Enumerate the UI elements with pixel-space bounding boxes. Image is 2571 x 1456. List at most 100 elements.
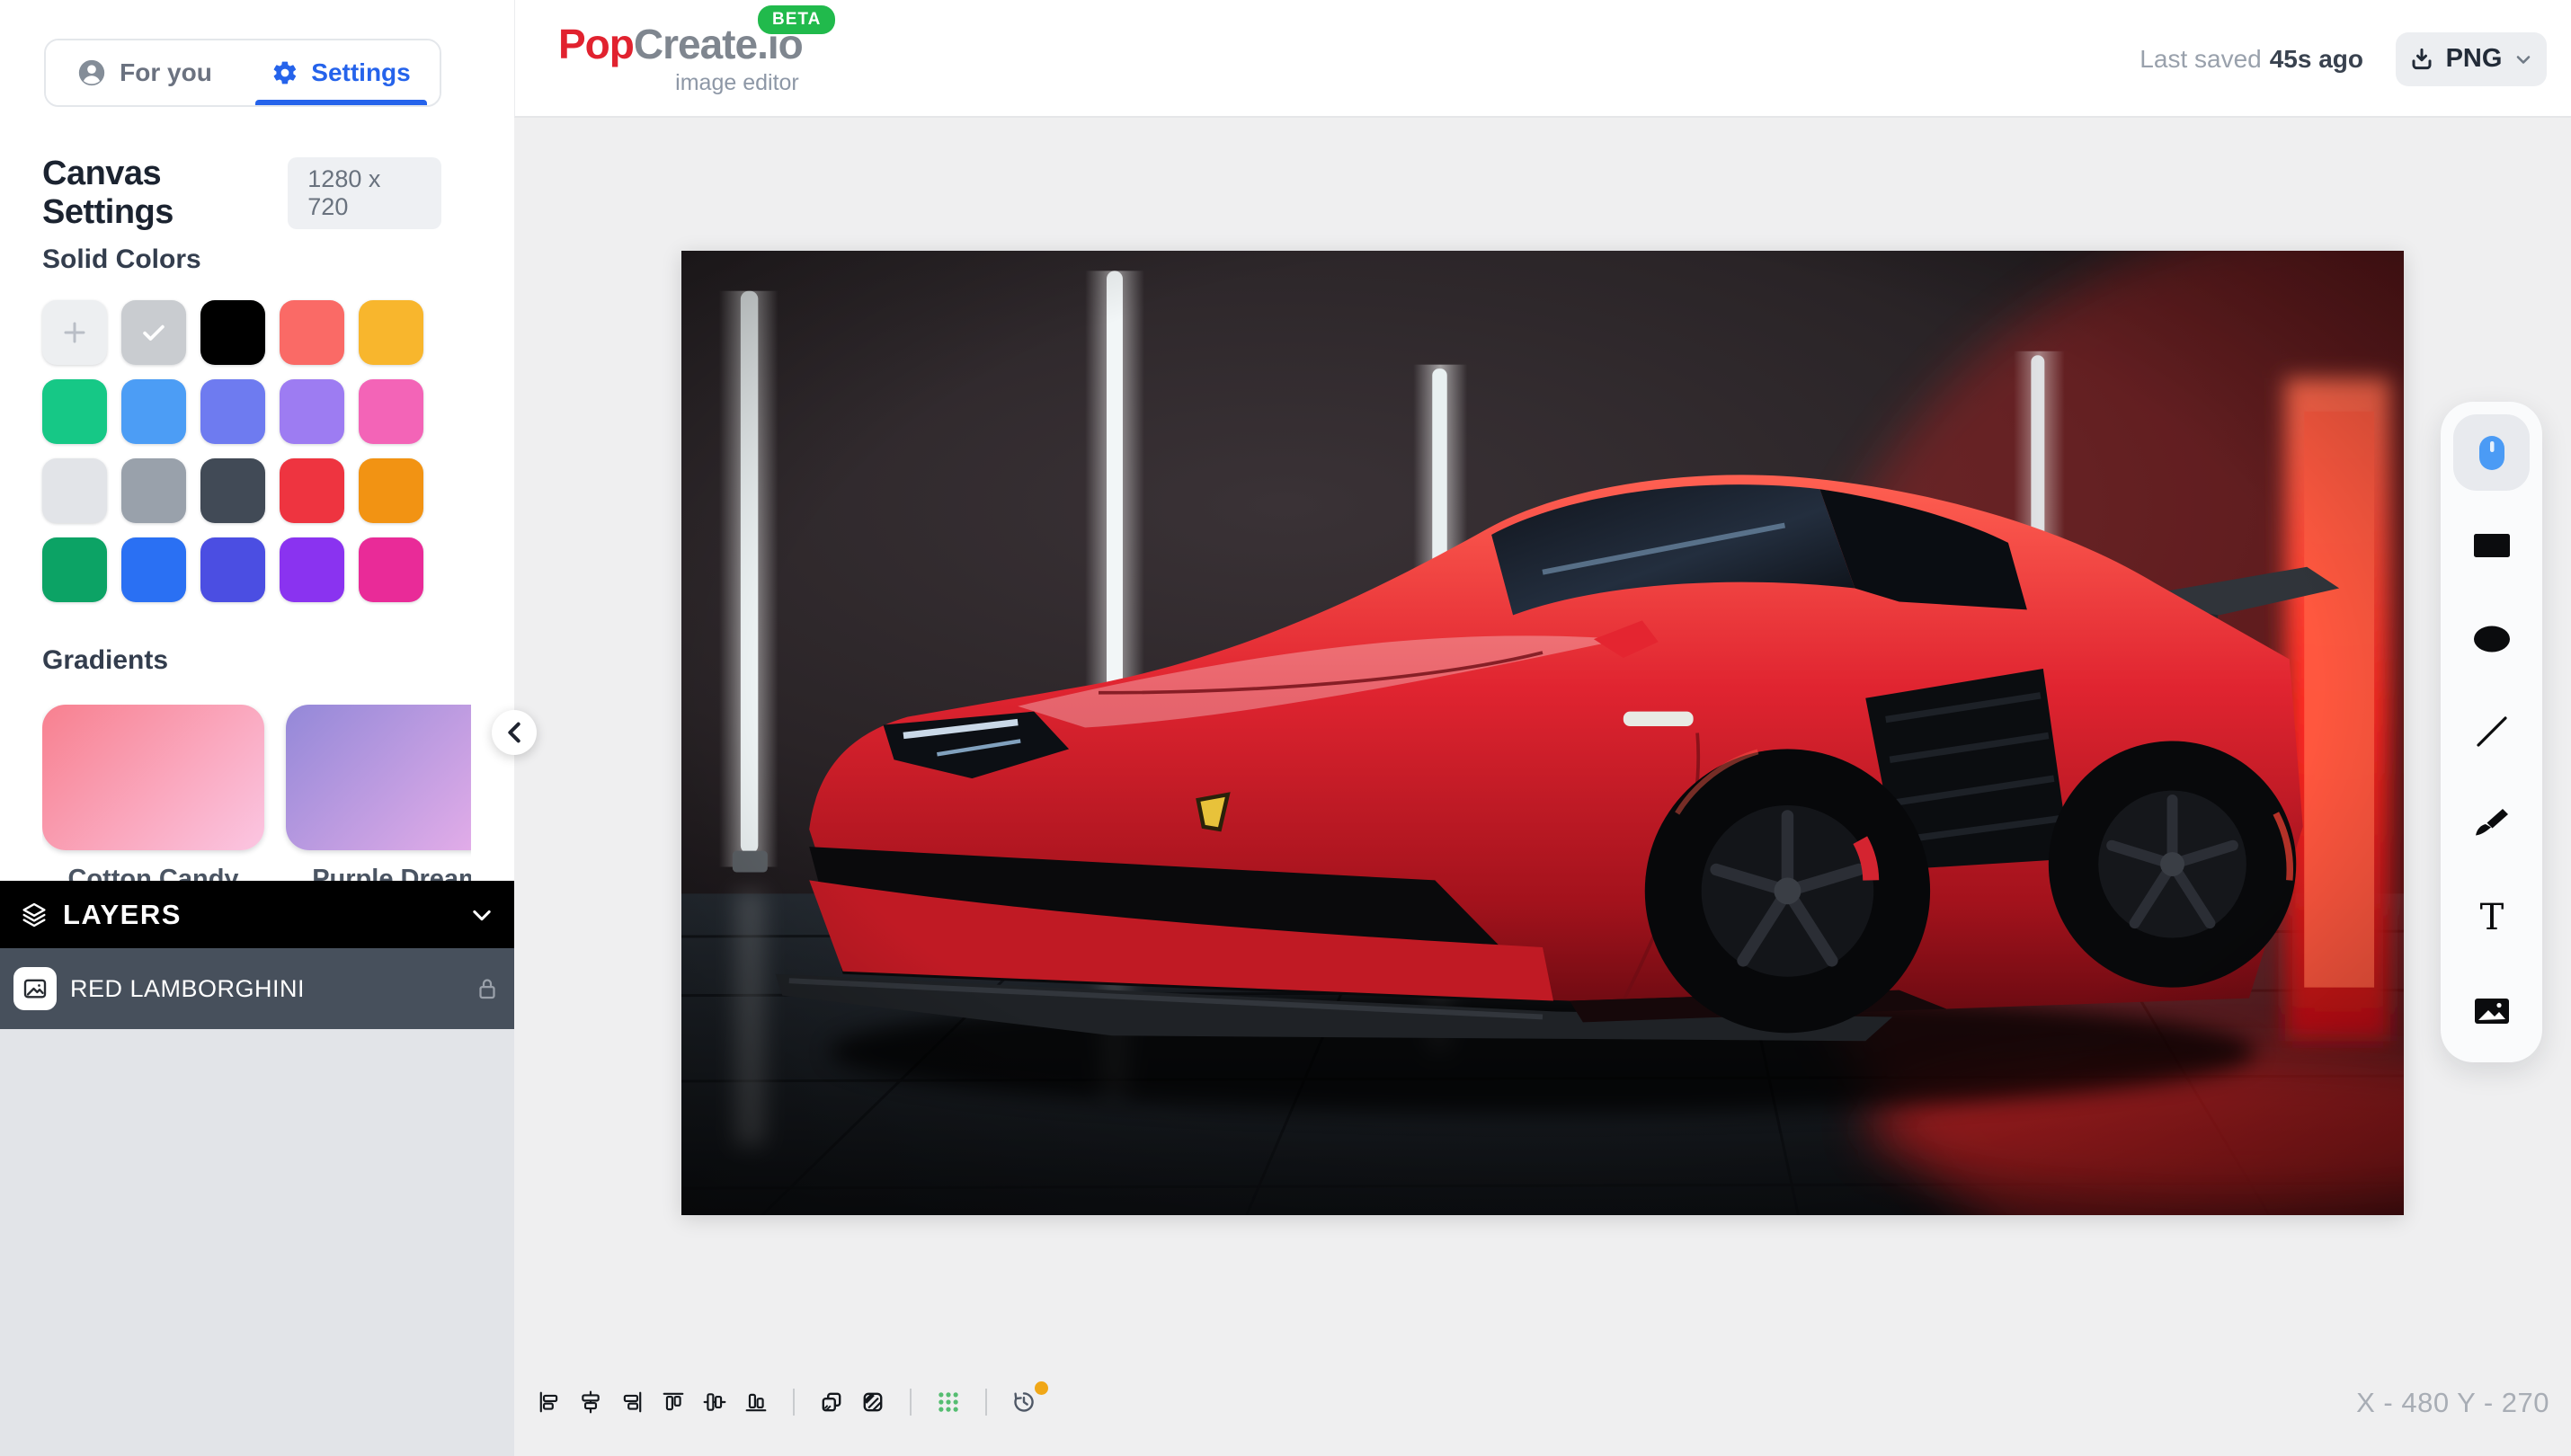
- line-tool-icon: [2474, 714, 2510, 750]
- app-logo: PopCreate.io image editor BETA: [558, 20, 803, 96]
- align-middle-vertical-button[interactable]: [703, 1390, 726, 1414]
- layer-row-red-lamborghini[interactable]: RED LAMBORGHINI: [0, 948, 514, 1029]
- duplicate-button[interactable]: [820, 1390, 843, 1414]
- svg-text:T: T: [2479, 899, 2504, 938]
- history-icon: [1012, 1389, 1036, 1416]
- align-top-button[interactable]: [662, 1390, 685, 1414]
- align-bottom-icon: [744, 1390, 768, 1414]
- chevron-down-icon[interactable]: [469, 902, 494, 928]
- toolbar-divider: [793, 1389, 795, 1416]
- last-saved-value: 45s ago: [2270, 45, 2363, 74]
- grid-dots-icon: [937, 1390, 960, 1414]
- last-saved-label: Last saved: [2140, 45, 2261, 74]
- image-icon: [22, 975, 49, 1002]
- align-center-horizontal-icon: [579, 1390, 602, 1414]
- tab-settings[interactable]: Settings: [243, 40, 440, 105]
- export-png-label: PNG: [2446, 44, 2503, 74]
- color-swatch-e92b98[interactable]: [359, 537, 423, 602]
- layers-panel-empty-area: [0, 1029, 514, 1456]
- ellipse-tool-icon: [2472, 619, 2512, 659]
- tab-for-you-label: For you: [120, 58, 212, 87]
- logo-pop: Pop: [558, 21, 634, 67]
- color-swatch-99a1ab[interactable]: [121, 458, 186, 523]
- align-right-button[interactable]: [620, 1390, 644, 1414]
- text-tool-icon: T: [2472, 899, 2512, 938]
- rectangle-tool-icon: [2472, 526, 2512, 565]
- left-sidebar: For you Settings Canvas Settings 1280 x …: [0, 0, 514, 1456]
- layer-thumbnail: [13, 967, 57, 1010]
- color-swatch-6e7bf0[interactable]: [200, 379, 265, 444]
- layers-panel-header[interactable]: LAYERS: [0, 881, 514, 948]
- color-swatch-e2e4e8[interactable]: [42, 458, 107, 523]
- gear-icon: [271, 59, 298, 86]
- color-swatch-9d7cf2[interactable]: [280, 379, 344, 444]
- layers-panel-title: LAYERS: [63, 899, 469, 931]
- color-swatch-4c9df5[interactable]: [121, 379, 186, 444]
- add-color-swatch[interactable]: [42, 300, 107, 365]
- color-swatch-4b4ee2[interactable]: [200, 537, 265, 602]
- download-icon: [2408, 46, 2435, 73]
- toolbar-divider: [985, 1389, 987, 1416]
- align-middle-vertical-icon: [703, 1390, 726, 1414]
- color-swatch-000000[interactable]: [200, 300, 265, 365]
- canvas-settings-header: Canvas Settings 1280 x 720: [42, 155, 441, 232]
- toolbar-divider: [910, 1389, 912, 1416]
- top-bar-right: Last saved 45s ago PNG: [2140, 0, 2547, 118]
- solid-color-swatch-grid: [42, 300, 423, 602]
- selected-color-swatch[interactable]: [121, 300, 186, 365]
- color-swatch-0ca365[interactable]: [42, 537, 107, 602]
- tool-brush[interactable]: [2453, 787, 2530, 864]
- align-center-horizontal-button[interactable]: [579, 1390, 602, 1414]
- canvas-image-red-lamborghini[interactable]: [681, 251, 2404, 1215]
- color-swatch-f364b7[interactable]: [359, 379, 423, 444]
- chevron-down-icon: [2513, 49, 2534, 70]
- color-swatch-2a70f3[interactable]: [121, 537, 186, 602]
- tool-ellipse[interactable]: [2453, 600, 2530, 677]
- grid-toggle-button[interactable]: [937, 1390, 960, 1414]
- tool-rail: T: [2441, 402, 2542, 1062]
- canvas-artwork: [681, 251, 2404, 1215]
- export-png-button[interactable]: PNG: [2396, 32, 2547, 86]
- history-button[interactable]: [1012, 1390, 1036, 1414]
- pattern-button[interactable]: [861, 1390, 885, 1414]
- tool-rectangle[interactable]: [2453, 508, 2530, 584]
- solid-colors-title: Solid Colors: [42, 244, 201, 275]
- user-icon: [76, 58, 107, 88]
- sidebar-collapse-button[interactable]: [492, 710, 537, 755]
- tool-line[interactable]: [2453, 694, 2530, 770]
- sidebar-tabs: For you Settings: [44, 39, 441, 107]
- beta-badge: BETA: [758, 5, 835, 34]
- tool-image[interactable]: [2453, 973, 2530, 1050]
- check-icon: [138, 317, 169, 348]
- bottom-toolbar: [538, 1379, 1036, 1425]
- logo-subtitle: image editor: [675, 70, 799, 96]
- pattern-icon: [861, 1389, 885, 1415]
- color-swatch-414a56[interactable]: [200, 458, 265, 523]
- tool-select-mouse[interactable]: [2453, 414, 2530, 491]
- layer-name: RED LAMBORGHINI: [70, 975, 474, 1003]
- layers-panel: LAYERS RED LAMBORGHINI: [0, 881, 514, 1456]
- duplicate-icon: [820, 1389, 843, 1415]
- color-swatch-16c886[interactable]: [42, 379, 107, 444]
- color-swatch-ee3440[interactable]: [280, 458, 344, 523]
- color-swatch-fa6a66[interactable]: [280, 300, 344, 365]
- lock-icon[interactable]: [474, 973, 501, 1004]
- tab-settings-label: Settings: [311, 58, 410, 87]
- editor-stage: T: [514, 118, 2571, 1456]
- gradients-title: Gradients: [42, 645, 168, 676]
- gradient-card-purple-dream[interactable]: [286, 705, 471, 850]
- color-swatch-f8b62d[interactable]: [359, 300, 423, 365]
- top-bar: PopCreate.io image editor BETA Last save…: [514, 0, 2571, 118]
- chevron-left-icon: [505, 722, 523, 743]
- image-tool-icon: [2472, 991, 2512, 1031]
- pointer-coordinates: X - 480 Y - 270: [2356, 1387, 2549, 1419]
- tab-for-you[interactable]: For you: [46, 40, 243, 105]
- gradient-card-cotton-candy[interactable]: [42, 705, 264, 850]
- tool-text[interactable]: T: [2453, 880, 2530, 956]
- brush-tool-icon: [2472, 805, 2512, 845]
- color-swatch-f29313[interactable]: [359, 458, 423, 523]
- align-left-button[interactable]: [538, 1390, 561, 1414]
- color-swatch-8a33f0[interactable]: [280, 537, 344, 602]
- mouse-cursor-tool-icon: [2472, 433, 2512, 473]
- align-bottom-button[interactable]: [744, 1390, 768, 1414]
